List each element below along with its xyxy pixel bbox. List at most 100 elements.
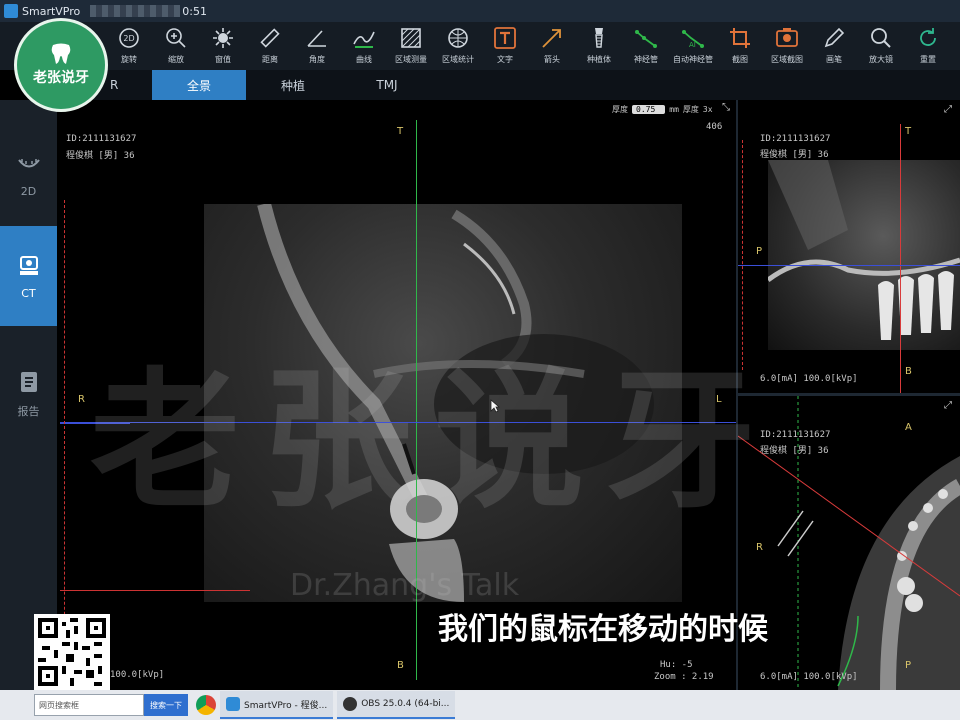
app-window: SmartVPro 0:51 2D 旋转 缩放 窗值 距离 角度 曲线 区域测量 区域统计 文字 箭… bbox=[0, 0, 960, 720]
chrome-icon[interactable] bbox=[196, 695, 216, 715]
tool-brightness[interactable]: 窗值 bbox=[204, 22, 242, 65]
qr-code bbox=[34, 614, 110, 690]
taskbar-search-input[interactable]: 网页搜索框 bbox=[34, 694, 144, 716]
tool-nerve-canal[interactable]: 神经管 bbox=[627, 22, 665, 65]
blurred-title-region bbox=[90, 5, 181, 17]
tool-label: 文字 bbox=[497, 55, 513, 64]
watermark-subtext: Dr.Zhang's Talk bbox=[290, 568, 520, 603]
app-icon bbox=[4, 4, 18, 18]
tool-label: 旋转 bbox=[121, 55, 137, 64]
text-icon bbox=[492, 25, 518, 51]
watermark-text: 老张说牙 bbox=[90, 355, 779, 529]
patient-name: 程俊棋 [男] 36 bbox=[66, 151, 135, 161]
svg-text:AI: AI bbox=[689, 41, 696, 49]
tool-label: 放大镜 bbox=[869, 55, 893, 64]
slice-index: 406 bbox=[706, 122, 723, 132]
dir-left: R bbox=[78, 394, 85, 405]
pen-icon bbox=[821, 25, 847, 51]
tool-reset[interactable]: 重置 bbox=[909, 22, 947, 65]
expand-icon[interactable]: ⤡ bbox=[722, 102, 730, 113]
tool-rotate-2d[interactable]: 2D 旋转 bbox=[110, 22, 148, 65]
tool-label: 神经管 bbox=[634, 55, 658, 64]
hu-readout: Hu: -5 bbox=[660, 660, 693, 670]
sidebar-item-label: 报告 bbox=[17, 405, 40, 418]
auto-nerve-canal-icon: AI bbox=[680, 25, 706, 51]
tooth-icon bbox=[51, 43, 71, 64]
dir-bottom: B bbox=[397, 660, 404, 671]
dir-top: T bbox=[905, 126, 912, 137]
tool-auto-nerve-canal[interactable]: AI 自动神经管 bbox=[673, 22, 713, 65]
tool-label: 距离 bbox=[262, 55, 278, 64]
tab-panorama[interactable]: 全景 bbox=[152, 70, 246, 100]
svg-text:2D: 2D bbox=[123, 34, 134, 43]
expand-icon[interactable]: ⤢ bbox=[944, 104, 952, 115]
tool-ruler[interactable]: 距离 bbox=[251, 22, 289, 65]
tool-arrow[interactable]: 箭头 bbox=[533, 22, 571, 65]
nerve-canal-icon bbox=[633, 25, 659, 51]
tab-tmj[interactable]: TMJ bbox=[340, 70, 434, 100]
tool-label: 截图 bbox=[732, 55, 748, 64]
dir-bottom: B bbox=[905, 366, 912, 377]
logo-title: 老张说牙 bbox=[33, 70, 89, 86]
tool-area-stats[interactable]: 区域统计 bbox=[439, 22, 477, 65]
toolbar: 2D 旋转 缩放 窗值 距离 角度 曲线 区域测量 区域统计 文字 箭头 种植体 神经管 AI 自动神经管 截… bbox=[0, 22, 960, 70]
video-subtitle: 我们的鼠标在移动的时候 bbox=[438, 612, 768, 647]
exposure-label: 6.0[mA] 100.0[kVp] bbox=[760, 672, 858, 682]
sagittal-vertical-line[interactable] bbox=[900, 124, 901, 393]
tool-area-measure[interactable]: 区域测量 bbox=[392, 22, 430, 65]
taskbar-app-obs[interactable]: OBS 25.0.4 (64-bi... bbox=[337, 691, 456, 719]
dir-left: P bbox=[756, 246, 763, 257]
left-ruler bbox=[60, 200, 65, 670]
exposure-label: 100.0[kVp] bbox=[110, 670, 165, 680]
tool-label: 窗值 bbox=[215, 55, 231, 64]
arch-icon bbox=[16, 151, 42, 177]
patient-id: ID:2111131627 bbox=[66, 134, 137, 144]
tab-implant[interactable]: 种植 bbox=[246, 70, 340, 100]
brightness-icon bbox=[210, 25, 236, 51]
tool-label: 区域测量 bbox=[395, 55, 427, 64]
title-bar: SmartVPro 0:51 bbox=[0, 0, 960, 22]
curve-icon bbox=[351, 25, 377, 51]
sidebar-item-2d[interactable]: 2D bbox=[0, 124, 57, 224]
reset-icon bbox=[915, 25, 941, 51]
ruler-icon bbox=[257, 25, 283, 51]
thickness-unit: mm bbox=[669, 105, 679, 114]
view-tabs: R 全景 种植 TMJ bbox=[60, 70, 960, 100]
sagittal-horizontal-line[interactable] bbox=[738, 265, 960, 266]
region-capture-icon bbox=[774, 25, 800, 51]
tool-region-capture[interactable]: 区域截图 bbox=[768, 22, 806, 65]
thickness-select[interactable]: 0.75 bbox=[632, 105, 666, 114]
dir-left: R bbox=[756, 542, 763, 553]
expand-icon[interactable]: ⤢ bbox=[944, 400, 952, 411]
tool-pen[interactable]: 画笔 bbox=[815, 22, 853, 65]
tool-magnifier[interactable]: 放大镜 bbox=[862, 22, 900, 65]
arrow-icon bbox=[539, 25, 565, 51]
slice-controls: 厚度 0.75 mm 厚度 3x bbox=[612, 104, 713, 115]
thickness-label: 厚度 bbox=[612, 105, 628, 114]
zoom-icon bbox=[163, 25, 189, 51]
qr-code-image bbox=[38, 618, 106, 686]
area-measure-icon bbox=[398, 25, 424, 51]
tool-curve[interactable]: 曲线 bbox=[345, 22, 383, 65]
channel-logo: 老张说牙 bbox=[14, 18, 108, 112]
taskbar-search-button[interactable]: 搜索一下 bbox=[144, 694, 188, 716]
crop-icon bbox=[727, 25, 753, 51]
tool-crop[interactable]: 截图 bbox=[721, 22, 759, 65]
tool-implant[interactable]: 种植体 bbox=[580, 22, 618, 65]
tool-zoom[interactable]: 缩放 bbox=[157, 22, 195, 65]
area-stats-icon bbox=[445, 25, 471, 51]
tool-label: 画笔 bbox=[826, 55, 842, 64]
search-placeholder: 网页搜索框 bbox=[39, 700, 79, 710]
sidebar-item-report[interactable]: 报告 bbox=[0, 344, 57, 444]
taskbar-app-smartvpro[interactable]: SmartVPro - 程俊... bbox=[220, 691, 334, 719]
sidebar-item-label: CT bbox=[21, 286, 36, 300]
taskbar-app-label: OBS 25.0.4 (64-bi... bbox=[361, 699, 450, 709]
zoom-readout: Zoom : 2.19 bbox=[654, 672, 714, 682]
sidebar-item-ct[interactable]: CT bbox=[0, 226, 57, 326]
patient-id: ID:2111131627 bbox=[760, 134, 831, 144]
density-value: 3x bbox=[702, 105, 713, 114]
angle-icon bbox=[304, 25, 330, 51]
tool-text[interactable]: 文字 bbox=[486, 22, 524, 65]
dir-top: A bbox=[905, 422, 912, 433]
tool-angle[interactable]: 角度 bbox=[298, 22, 336, 65]
